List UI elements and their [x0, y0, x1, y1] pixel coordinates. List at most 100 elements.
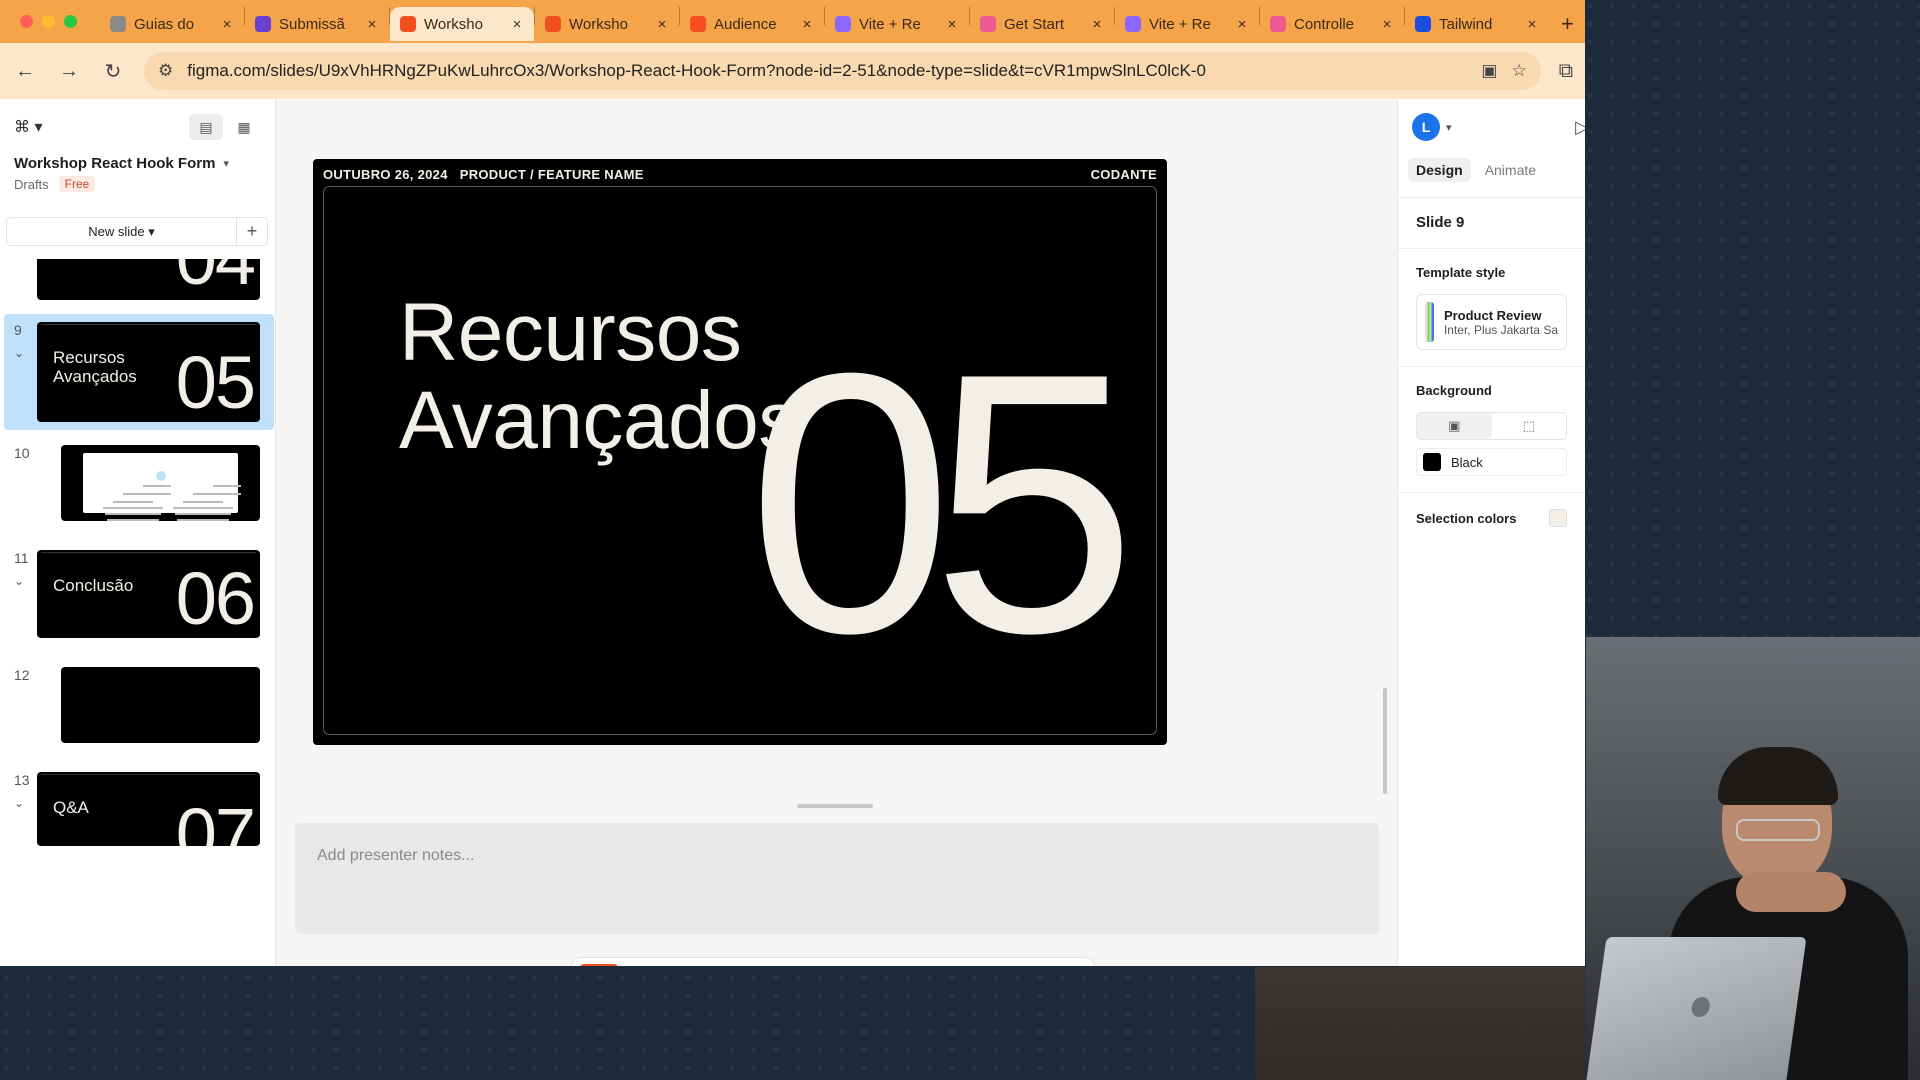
minimize-window-button[interactable] [42, 15, 55, 28]
close-tab-icon[interactable]: × [220, 16, 234, 33]
selection-color-swatch[interactable] [1549, 509, 1567, 527]
canvas-scrollbar[interactable] [1383, 688, 1387, 794]
slide-thumbnail-item[interactable]: 11 ⌄ Conclusão 06 [4, 542, 274, 646]
current-slide[interactable]: OUTUBRO 26, 2024 PRODUCT / FEATURE NAME … [313, 159, 1167, 745]
avatar[interactable]: L [1412, 113, 1440, 141]
notes-resize-handle[interactable] [797, 804, 873, 808]
thumbnail-section-number: 05 [175, 341, 256, 422]
section-collapse-chevron-icon[interactable]: ⌄ [14, 346, 24, 360]
new-tab-button[interactable]: + [1561, 11, 1574, 37]
browser-tab[interactable]: Tailwind × [1405, 7, 1549, 41]
slide-header-product[interactable]: PRODUCT / FEATURE NAME [460, 167, 644, 182]
file-title[interactable]: Workshop React Hook Form ▾ [0, 155, 275, 172]
image-fill-icon[interactable]: ⬚ [1492, 413, 1567, 439]
close-tab-icon[interactable]: × [510, 16, 524, 33]
slide-thumbnail-item[interactable]: 12 [4, 659, 274, 751]
selection-colors-section: Selection colors [1398, 492, 1585, 543]
drafts-label[interactable]: Drafts [14, 177, 49, 192]
maximize-window-button[interactable] [64, 15, 77, 28]
slide-thumbnail[interactable] [61, 445, 260, 521]
bookmark-star-icon[interactable]: ☆ [1511, 61, 1526, 81]
forward-arrow-icon[interactable]: → [56, 60, 82, 83]
browser-tab[interactable]: Submissã × [245, 7, 389, 41]
back-arrow-icon[interactable]: ← [12, 60, 38, 83]
slide-thumbnail[interactable]: Q&A 07 [37, 772, 260, 846]
tab-title: Worksho [424, 15, 483, 33]
thumbnail-section-number: 04 [176, 259, 256, 296]
browser-tab[interactable]: Guias do × [100, 7, 244, 41]
section-collapse-chevron-icon[interactable]: ⌄ [14, 574, 24, 588]
slide-thumbnail[interactable]: Conclusão 06 [37, 550, 260, 638]
slide-header-date[interactable]: OUTUBRO 26, 2024 [323, 167, 448, 182]
slide-title[interactable]: Recursos Avançados [399, 289, 799, 465]
thumbnail-text-line [143, 485, 171, 487]
thumbnail-text-line [193, 493, 241, 495]
close-tab-icon[interactable]: × [1525, 16, 1539, 33]
close-tab-icon[interactable]: × [1235, 16, 1249, 33]
solid-fill-icon[interactable]: ▣ [1417, 413, 1492, 439]
active-tool-button[interactable] [580, 964, 618, 966]
close-window-button[interactable] [20, 15, 33, 28]
close-tab-icon[interactable]: × [1090, 16, 1104, 33]
properties-panel: L ▾ ▷ Design Animate Slide 9 Template st… [1397, 99, 1585, 966]
address-bar[interactable]: ⚙ figma.com/slides/U9xVhHRNgZPuKwLuhrcOx… [144, 52, 1541, 90]
thumbnail-title: Recursos Avançados [53, 348, 137, 386]
background-type-toggle: ▣ ⬚ [1416, 412, 1567, 440]
browser-tab[interactable]: Vite + Re × [825, 7, 969, 41]
browser-tab[interactable]: Vite + Re × [1115, 7, 1259, 41]
present-play-icon[interactable]: ▷ [1575, 117, 1585, 138]
clipboard-icon[interactable]: ▣ [1481, 61, 1497, 81]
thumbnail-header-line [41, 324, 256, 326]
slide-thumbnail-item[interactable]: 04 [4, 259, 274, 306]
template-swatch [1425, 302, 1434, 342]
slide-thumbnail-item[interactable]: 10 [4, 437, 274, 529]
browser-tab[interactable]: Worksho × [535, 7, 679, 41]
slide-title-line-1: Recursos [399, 287, 742, 378]
close-tab-icon[interactable]: × [1380, 16, 1394, 33]
figma-menu-icon[interactable]: ⌘ ▾ [14, 117, 42, 137]
slide-number: 13 [14, 772, 30, 788]
url-text[interactable]: figma.com/slides/U9xVhHRNgZPuKwLuhrcOx3/… [187, 61, 1467, 81]
background-color-swatch[interactable] [1423, 453, 1441, 471]
reload-icon[interactable]: ↻ [100, 59, 126, 84]
close-tab-icon[interactable]: × [800, 16, 814, 33]
slide-name[interactable]: Slide 9 [1416, 214, 1464, 231]
new-slide-button[interactable]: New slide ▾ [7, 218, 237, 245]
extensions-icon[interactable]: ⧉ [1559, 60, 1573, 83]
section-collapse-chevron-icon[interactable]: ⌄ [14, 796, 24, 810]
webcam-desk-area [1255, 967, 1586, 1080]
slide-thumbnail[interactable]: Recursos Avançados 05 [37, 322, 260, 422]
browser-tab[interactable]: Audience × [680, 7, 824, 41]
tab-animate[interactable]: Animate [1477, 158, 1544, 182]
browser-tab[interactable]: Controlle × [1260, 7, 1404, 41]
browser-tab[interactable]: Get Start × [970, 7, 1114, 41]
presenter-hair [1718, 747, 1838, 805]
close-tab-icon[interactable]: × [655, 16, 669, 33]
octocat-icon [255, 16, 271, 32]
site-settings-icon[interactable]: ⚙ [158, 61, 173, 81]
add-slide-plus-icon[interactable]: + [237, 221, 267, 242]
close-tab-icon[interactable]: × [945, 16, 959, 33]
template-style-card[interactable]: Product Review Inter, Plus Jakarta Sa [1416, 294, 1567, 350]
single-view-icon[interactable]: ▤ [189, 114, 223, 140]
slide-header-brand[interactable]: CODANTE [1091, 167, 1157, 182]
close-tab-icon[interactable]: × [365, 16, 379, 33]
slide-section-number[interactable]: 05 [747, 319, 1137, 689]
tab-title: Audience [714, 15, 777, 33]
slides-panel: ⌘ ▾ ▤ ▦ Workshop React Hook Form ▾ Draft… [0, 99, 276, 966]
slide-thumbnail-item[interactable]: 9 ⌄ Recursos Avançados 05 [4, 314, 274, 430]
chevron-down-icon[interactable]: ▾ [1446, 121, 1452, 134]
tab-title: Worksho [569, 15, 628, 33]
tab-title: Tailwind [1439, 15, 1493, 33]
tab-design[interactable]: Design [1408, 158, 1471, 182]
slide-thumbnail[interactable]: 04 [37, 259, 260, 300]
grid-view-icon[interactable]: ▦ [227, 114, 261, 140]
slide-thumbnail[interactable] [61, 667, 260, 743]
slide-title-line-2: Avançados [399, 375, 799, 466]
slide-thumbnail-item[interactable]: 13 ⌄ Q&A 07 [4, 764, 274, 854]
background-color-row[interactable]: Black [1416, 448, 1567, 476]
presenter-notes-field[interactable]: Add presenter notes... [295, 823, 1379, 934]
browser-tab[interactable]: Worksho × [390, 7, 534, 41]
laptop [1586, 937, 1807, 1080]
window-controls [0, 15, 100, 28]
